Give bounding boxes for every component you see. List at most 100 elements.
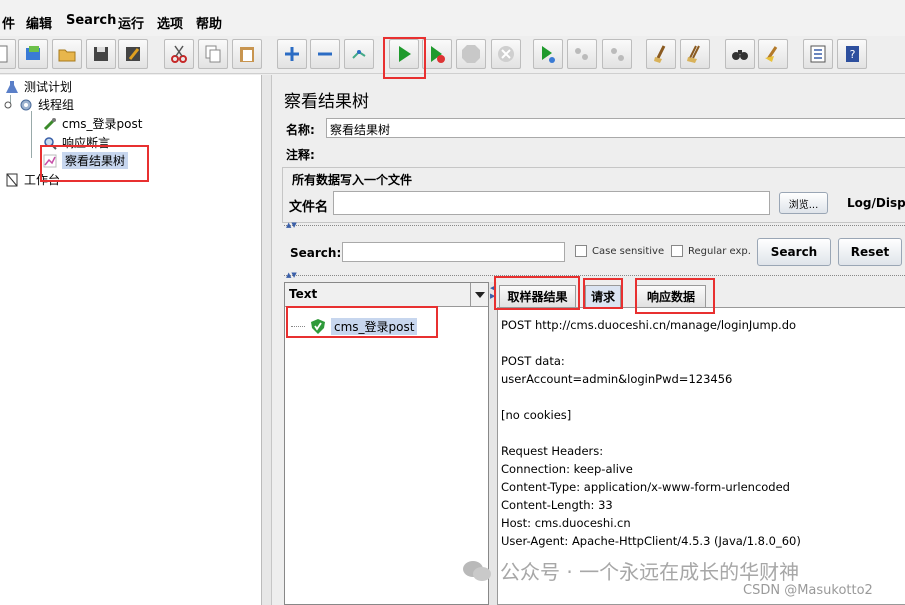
collapse-icon[interactable] xyxy=(310,39,340,69)
divider xyxy=(284,225,905,230)
menu-bar: 件 编辑 Search 运行 选项 帮助 xyxy=(0,0,905,36)
tree-node-label-selected: 察看结果树 xyxy=(62,152,129,169)
tree-connector xyxy=(31,111,32,158)
search-bar: Search: Case sensitive Regular exp. Sear… xyxy=(282,236,905,270)
tab-sampler-result[interactable]: 取样器结果 xyxy=(499,285,576,307)
success-shield-icon xyxy=(311,319,325,334)
remote-stop-icon[interactable] xyxy=(567,39,597,69)
start-icon[interactable] xyxy=(389,39,419,69)
tree-node-label: 工作台 xyxy=(24,173,61,187)
watermark: 公众号 · 一个永远在成长的华财神 xyxy=(462,556,799,585)
case-sensitive-checkbox[interactable] xyxy=(575,245,587,257)
magnifier-icon xyxy=(42,135,58,151)
search-icon[interactable] xyxy=(725,39,755,69)
pipette-icon xyxy=(42,116,58,132)
workbench-icon xyxy=(4,172,20,188)
clear-icon[interactable] xyxy=(646,39,676,69)
tree-node-listener[interactable]: 察看结果树 xyxy=(42,152,129,169)
renderer-value: Text xyxy=(289,287,318,301)
results-list: Text cms_登录post xyxy=(284,282,489,605)
write-all-label: 所有数据写入一个文件 xyxy=(290,171,415,188)
main-splitter[interactable] xyxy=(262,75,272,605)
clear-all-icon[interactable] xyxy=(680,39,710,69)
tree-node-label: 测试计划 xyxy=(24,80,73,94)
remote-exit-icon[interactable] xyxy=(602,39,632,69)
result-tabs: 取样器结果 请求 响应数据 xyxy=(497,282,905,308)
collapse-arrows-icon[interactable]: ▲▼ xyxy=(286,271,297,279)
toggle-icon[interactable] xyxy=(344,39,374,69)
stop-icon[interactable] xyxy=(456,39,486,69)
renderer-select[interactable]: Text xyxy=(285,283,488,307)
chevron-down-icon[interactable] xyxy=(470,283,488,306)
csdn-credit: CSDN @Masukotto2 xyxy=(743,583,873,598)
tree-node-sampler[interactable]: cms_登录post xyxy=(42,115,142,132)
help-icon[interactable]: ? xyxy=(837,39,867,69)
svg-text:?: ? xyxy=(850,48,856,61)
request-line xyxy=(501,334,903,352)
tab-request[interactable]: 请求 xyxy=(585,285,621,307)
filename-field[interactable] xyxy=(333,191,770,215)
filename-label: 文件名 xyxy=(289,200,329,215)
menu-edit[interactable]: 编辑 xyxy=(26,13,52,32)
function-helper-icon[interactable] xyxy=(803,39,833,69)
start-no-pauses-icon[interactable] xyxy=(422,39,452,69)
search-label: Search: xyxy=(290,246,342,260)
case-sensitive-option[interactable]: Case sensitive xyxy=(575,245,664,257)
page-title: 察看结果树 xyxy=(284,92,369,112)
wechat-icon xyxy=(462,559,492,583)
menu-search[interactable]: Search xyxy=(66,13,116,28)
menu-file[interactable]: 件 xyxy=(2,13,15,32)
collapse-arrows-icon[interactable]: ▲▼ xyxy=(286,221,297,229)
regexp-label: Regular exp. xyxy=(688,246,751,257)
log-display-label: Log/Displa xyxy=(847,196,905,210)
name-label: 名称: xyxy=(286,123,315,137)
reset-search-icon[interactable] xyxy=(758,39,788,69)
reset-button[interactable]: Reset xyxy=(838,238,902,266)
result-item[interactable]: cms_登录post xyxy=(291,318,418,335)
request-line: User-Agent: Apache-HttpClient/4.5.3 (Jav… xyxy=(501,534,801,548)
comment-field[interactable] xyxy=(326,144,905,164)
tree-node-label: 线程组 xyxy=(38,98,75,112)
listener-panel: 察看结果树 名称: 察看结果树 注释: 所有数据写入一个文件 文件名 浏览...… xyxy=(272,75,905,605)
divider xyxy=(284,275,905,280)
templates-icon[interactable] xyxy=(18,39,48,69)
remote-start-icon[interactable] xyxy=(533,39,563,69)
regexp-checkbox[interactable] xyxy=(671,245,683,257)
gear-icon xyxy=(18,97,34,113)
tree-node-test-plan[interactable]: 测试计划 xyxy=(4,78,72,95)
save-icon[interactable] xyxy=(86,39,116,69)
tree-node-thread-group[interactable]: 线程组 xyxy=(4,96,74,113)
expand-handle-icon[interactable] xyxy=(4,97,12,113)
menu-help[interactable]: 帮助 xyxy=(196,13,222,32)
expand-icon[interactable] xyxy=(277,39,307,69)
menu-run[interactable]: 运行 xyxy=(118,13,144,32)
regexp-option[interactable]: Regular exp. xyxy=(671,245,751,257)
title-strip xyxy=(0,0,600,2)
request-line: Content-Type: application/x-www-form-url… xyxy=(501,480,790,494)
shutdown-icon[interactable] xyxy=(491,39,521,69)
request-line: Host: cms.duoceshi.cn xyxy=(501,516,631,530)
request-line: POST http://cms.duoceshi.cn/manage/login… xyxy=(501,318,797,332)
tree-node-assertion[interactable]: 响应断言 xyxy=(42,134,110,151)
flask-icon xyxy=(4,79,20,95)
open-icon[interactable] xyxy=(52,39,82,69)
search-button[interactable]: Search xyxy=(757,238,831,266)
request-line: [no cookies] xyxy=(501,408,572,422)
search-input[interactable] xyxy=(342,242,565,262)
request-line xyxy=(501,424,903,442)
result-item-label: cms_登录post xyxy=(331,318,418,335)
watermark-text: 公众号 · 一个永远在成长的华财神 xyxy=(500,560,800,584)
name-field[interactable]: 察看结果树 xyxy=(326,118,905,138)
paste-icon[interactable] xyxy=(232,39,262,69)
cut-icon[interactable] xyxy=(164,39,194,69)
browse-button[interactable]: 浏览... xyxy=(779,192,828,214)
collapse-arrows-icon[interactable]: ◀ ▶ xyxy=(490,284,495,300)
copy-icon[interactable] xyxy=(198,39,228,69)
save-as-icon[interactable] xyxy=(118,39,148,69)
test-plan-tree: 测试计划 线程组 cms_登录post 响应断言 察看结果树 工作台 xyxy=(0,75,262,605)
request-line xyxy=(501,388,903,406)
new-icon[interactable] xyxy=(0,39,16,69)
tree-node-workbench[interactable]: 工作台 xyxy=(4,171,60,188)
tab-response-data[interactable]: 响应数据 xyxy=(636,285,706,307)
menu-options[interactable]: 选项 xyxy=(157,13,183,32)
